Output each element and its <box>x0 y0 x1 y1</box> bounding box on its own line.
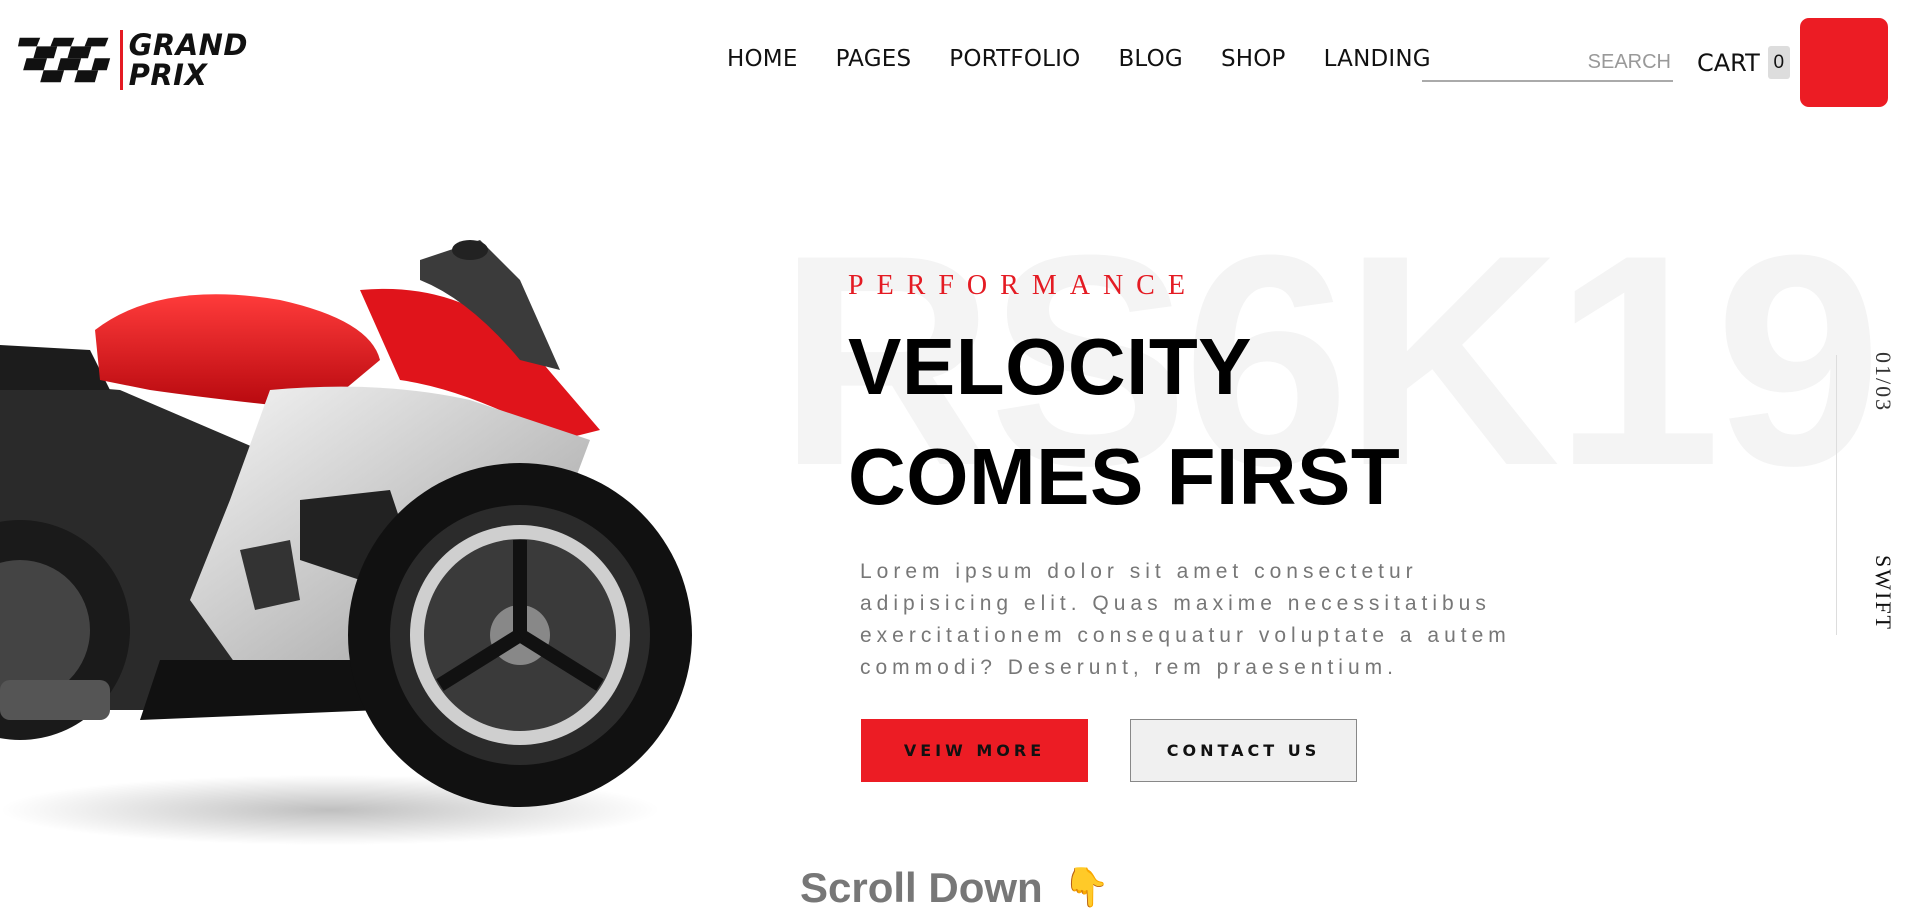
brand-name: GRAND PRIX <box>119 28 248 92</box>
cart-count-badge: 0 <box>1767 46 1790 79</box>
view-more-button[interactable]: VEIW MORE <box>861 719 1088 782</box>
brand-line-2: PRIX <box>128 58 208 92</box>
hero-headline-line-2: COMES FIRST <box>848 432 1401 521</box>
nav-item-portfolio[interactable]: PORTFOLIO <box>949 46 1080 72</box>
brand-logo[interactable]: GRAND PRIX <box>18 28 248 92</box>
nav-item-pages[interactable]: PAGES <box>836 46 912 72</box>
main-nav: HOME PAGES PORTFOLIO BLOG SHOP LANDING <box>727 46 1469 72</box>
motorcycle-image <box>0 240 692 845</box>
hero-headline-line-1: VELOCITY <box>848 322 1253 411</box>
nav-item-blog[interactable]: BLOG <box>1118 46 1183 72</box>
brand-line-1: GRAND <box>128 28 248 62</box>
search-input[interactable] <box>1422 44 1673 80</box>
nav-item-landing[interactable]: LANDING <box>1324 46 1431 72</box>
contact-us-button[interactable]: CONTACT US <box>1130 719 1357 782</box>
slide-label: SWIFT <box>1871 555 1896 631</box>
cart-label: CART <box>1697 48 1760 77</box>
search-box <box>1422 44 1673 82</box>
nav-item-shop[interactable]: SHOP <box>1221 46 1286 72</box>
hero-headline: VELOCITY COMES FIRST <box>848 312 1400 532</box>
slide-counter: 01/03 <box>1871 352 1896 413</box>
nav-item-home[interactable]: HOME <box>727 46 798 72</box>
scroll-down[interactable]: Scroll Down 👇 <box>800 864 1110 912</box>
pointing-down-hand-icon: 👇 <box>1062 867 1111 909</box>
checkered-flag-icon <box>18 37 111 83</box>
menu-button[interactable] <box>1800 18 1888 107</box>
hero-description: Lorem ipsum dolor sit amet consectetur a… <box>860 560 1511 679</box>
slider-divider <box>1836 355 1837 635</box>
cart[interactable]: CART 0 <box>1697 46 1790 79</box>
scroll-down-label: Scroll Down <box>800 864 1043 911</box>
hero-eyebrow: PERFORMANCE <box>848 270 1198 301</box>
